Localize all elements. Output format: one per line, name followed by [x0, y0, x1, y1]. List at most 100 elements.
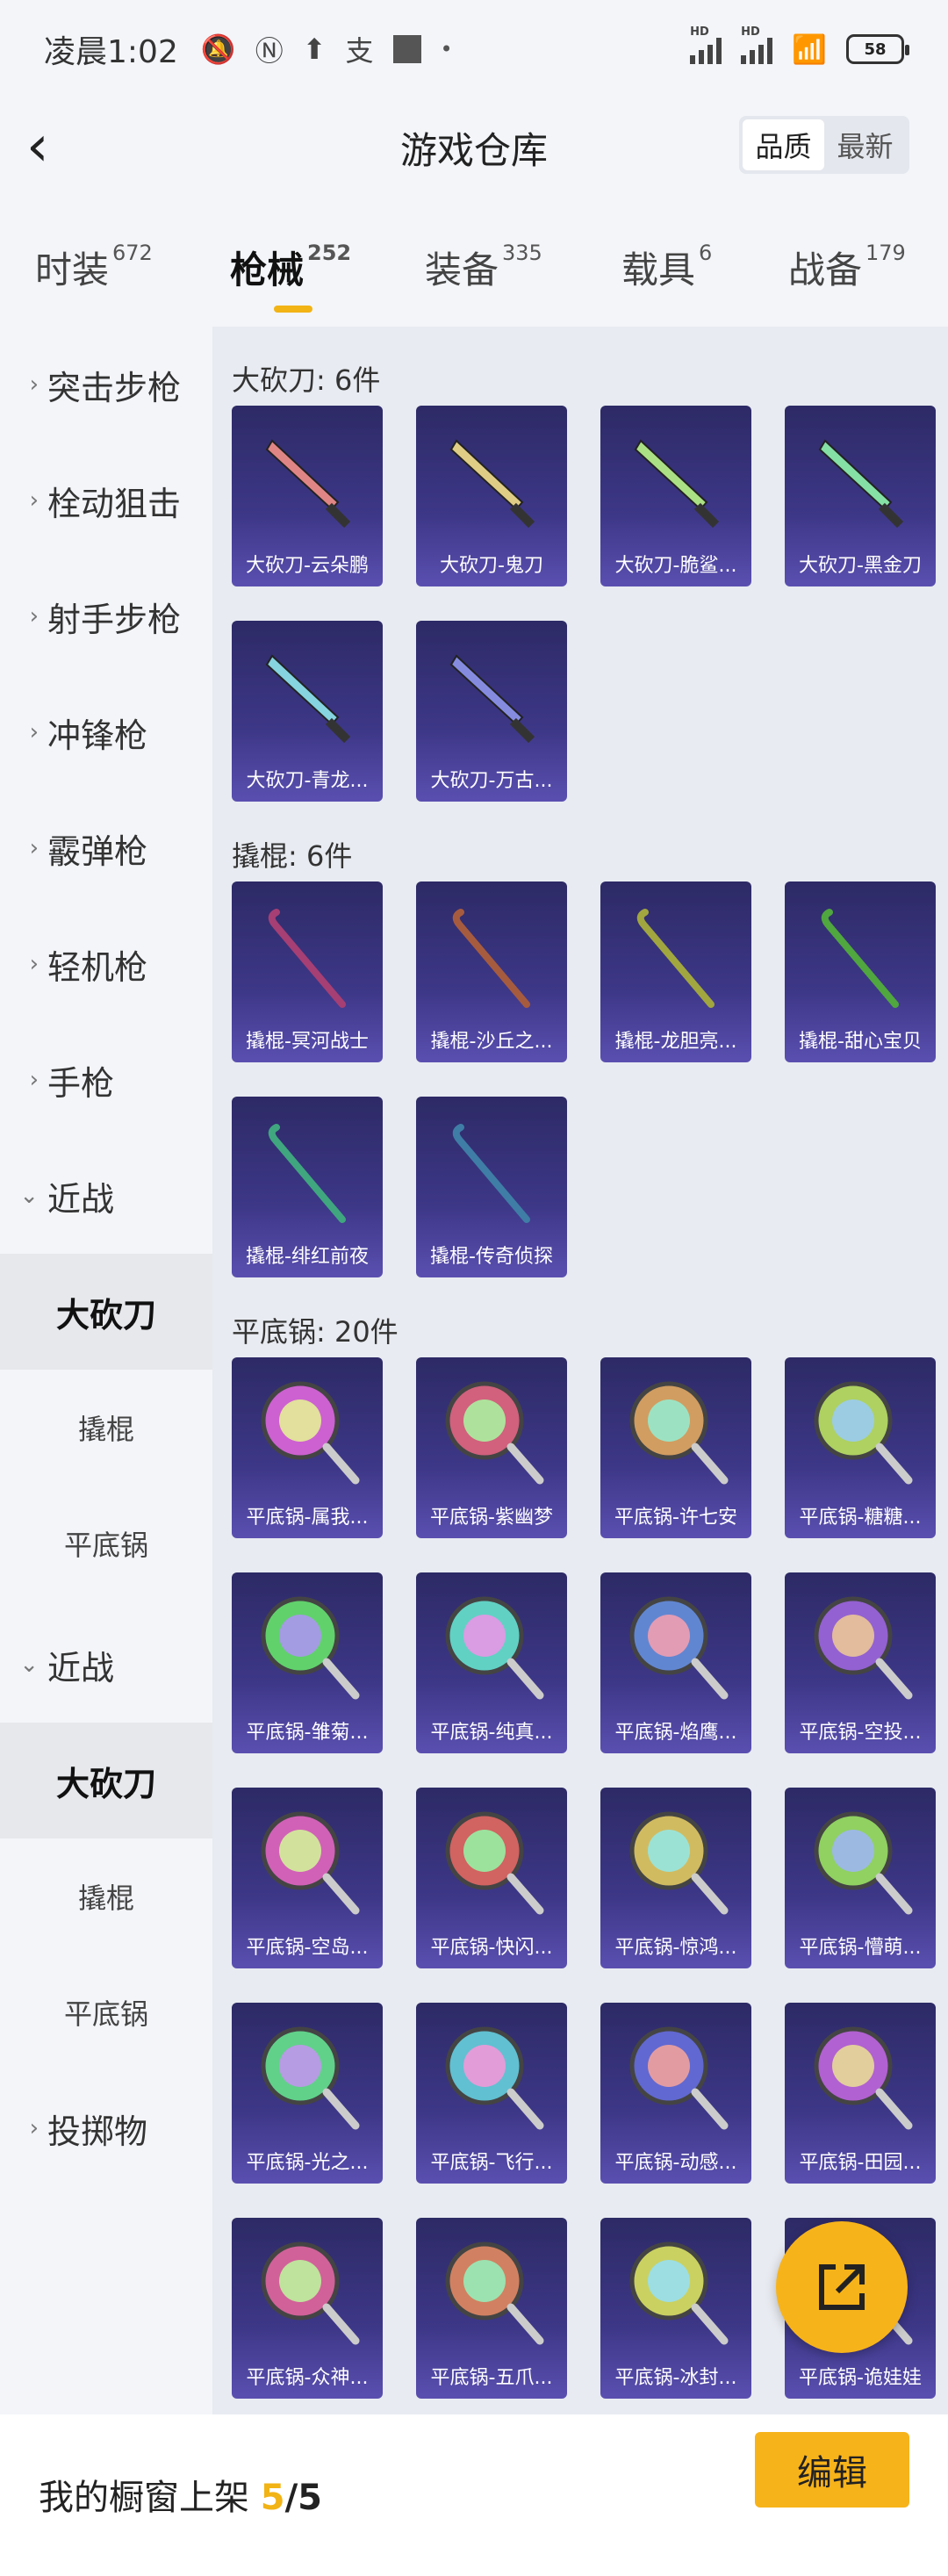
item-card[interactable]: 平底锅-许七安 — [600, 1357, 751, 1538]
item-label: 撬棍-绯红前夜 — [246, 1246, 369, 1268]
item-label: 平底锅-焰鹰... — [614, 1722, 737, 1744]
sidebar-item-pistol[interactable]: › 手枪 — [0, 1022, 212, 1138]
item-label: 平底锅-田园... — [799, 2152, 922, 2174]
item-card[interactable]: 撬棍-传奇侦探 — [416, 1097, 567, 1277]
crowbar-item-icon — [452, 1124, 530, 1223]
crowbar-item-icon — [452, 909, 530, 1008]
tab-skins[interactable]: 时装 672 — [35, 241, 153, 294]
tab-count: 672 — [112, 241, 153, 265]
tab-label: 装备 — [425, 248, 499, 291]
item-label: 平底锅-许七安 — [614, 1507, 737, 1529]
section-title: 大砍刀: 6件 — [232, 363, 381, 397]
item-label: 平底锅-诡娃娃 — [799, 2367, 922, 2389]
sidebar-sub-machete-2[interactable]: 大砍刀 — [0, 1723, 212, 1838]
sort-quality-button[interactable]: 品质 — [743, 119, 824, 170]
item-label: 撬棍-冥河战士 — [246, 1031, 369, 1053]
item-card[interactable]: 撬棍-冥河战士 — [232, 881, 383, 1062]
item-card[interactable]: 大砍刀-黑金刀 — [785, 406, 936, 586]
item-card[interactable]: 平底锅-焰鹰... — [600, 1572, 751, 1753]
sidebar-sub-crowbar-2[interactable]: 撬棍 — [0, 1838, 212, 1954]
item-card[interactable]: 平底锅-飞行... — [416, 2003, 567, 2184]
item-label: 撬棍-龙胆亮... — [614, 1031, 737, 1053]
showcase-count: 5 — [260, 2478, 285, 2518]
pan-item-icon — [814, 1596, 913, 1700]
crowbar-item-icon — [636, 909, 715, 1008]
pan-item-icon — [261, 1811, 360, 1915]
signal-1-icon: HD — [690, 25, 722, 64]
tab-gear[interactable]: 战备 179 — [788, 241, 906, 294]
sidebar-sub-machete[interactable]: 大砍刀 — [0, 1254, 212, 1370]
item-card[interactable]: 平底锅-动感... — [600, 2003, 751, 2184]
sidebar-item-melee-2[interactable]: ⌄ 近战 — [0, 1607, 212, 1723]
sidebar-item-lmg[interactable]: › 轻机枪 — [0, 906, 212, 1022]
tab-count: 335 — [502, 241, 542, 265]
item-label: 大砍刀-鬼刀 — [440, 555, 543, 577]
sidebar-item-assault-rifle[interactable]: › 突击步枪 — [0, 327, 212, 443]
item-card[interactable]: 撬棍-龙胆亮... — [600, 881, 751, 1062]
category-tabs: 时装 672 枪械 252 装备 335 载具 6 战备 179 — [0, 230, 948, 327]
item-label: 大砍刀-黑金刀 — [799, 555, 922, 577]
item-card[interactable]: 平底锅-空投... — [785, 1572, 936, 1753]
machete-item-icon — [449, 439, 535, 529]
item-card[interactable]: 撬棍-沙丘之... — [416, 881, 567, 1062]
alipay-icon: 支 — [345, 34, 374, 68]
tab-vehicles[interactable]: 载具 6 — [621, 241, 712, 294]
item-card[interactable]: 平底锅-五爪... — [416, 2218, 567, 2399]
chevron-right-icon: › — [29, 1067, 39, 1093]
tab-guns[interactable]: 枪械 252 — [230, 241, 351, 313]
item-card[interactable]: 撬棍-甜心宝贝 — [785, 881, 936, 1062]
item-card[interactable]: 平底锅-纯真... — [416, 1572, 567, 1753]
machete-item-icon — [265, 439, 351, 529]
item-card[interactable]: 平底锅-光之... — [232, 2003, 383, 2184]
sidebar-item-marksman[interactable]: › 射手步枪 — [0, 558, 212, 674]
sidebar-item-throwables[interactable]: › 投掷物 — [0, 2070, 212, 2186]
item-card[interactable]: 大砍刀-鬼刀 — [416, 406, 567, 586]
pan-item-icon — [445, 2241, 544, 2345]
item-label: 平底锅-飞行... — [430, 2152, 553, 2174]
share-external-icon[interactable] — [776, 2221, 908, 2353]
pan-item-icon — [445, 1381, 544, 1485]
sidebar-sub-crowbar[interactable]: 撬棍 — [0, 1370, 212, 1486]
item-card[interactable]: 平底锅-冰封... — [600, 2218, 751, 2399]
tab-label: 枪械 — [230, 248, 305, 291]
item-card[interactable]: 平底锅-紫幽梦 — [416, 1357, 567, 1538]
item-label: 平底锅-雏菊... — [246, 1722, 369, 1744]
item-label: 平底锅-惊鸿... — [614, 1937, 737, 1959]
item-card[interactable]: 平底锅-糖糖... — [785, 1357, 936, 1538]
chevron-right-icon: › — [29, 487, 39, 514]
item-card[interactable]: 大砍刀-青龙... — [232, 621, 383, 802]
edit-button[interactable]: 编辑 — [755, 2432, 909, 2508]
tab-equipment[interactable]: 装备 335 — [425, 241, 542, 294]
sidebar-item-shotgun[interactable]: › 霰弹枪 — [0, 790, 212, 906]
item-label: 大砍刀-云朵鹏 — [246, 555, 369, 577]
sort-latest-button[interactable]: 最新 — [824, 119, 906, 170]
item-card[interactable]: 撬棍-绯红前夜 — [232, 1097, 383, 1277]
item-grid: 大砍刀: 6件大砍刀-云朵鹏 大砍刀-鬼刀 大砍刀-脆鲨... 大砍刀-黑金刀大砍刀-… — [212, 327, 948, 2414]
sidebar-sub-pan-2[interactable]: 平底锅 — [0, 1954, 212, 2070]
nfc-icon: Ⓝ — [255, 34, 284, 68]
pan-item-icon — [261, 2026, 360, 2130]
sidebar-item-bolt-sniper[interactable]: › 栓动狙击 — [0, 443, 212, 558]
chevron-down-icon: ⌄ — [19, 1651, 39, 1678]
item-card[interactable]: 平底锅-田园... — [785, 2003, 936, 2184]
app-square-icon — [392, 35, 421, 63]
item-card[interactable]: 平底锅-雏菊... — [232, 1572, 383, 1753]
item-card[interactable]: 平底锅-快闪... — [416, 1788, 567, 1968]
item-card[interactable]: 平底锅-懵萌... — [785, 1788, 936, 1968]
item-card[interactable]: 平底锅-惊鸿... — [600, 1788, 751, 1968]
item-card[interactable]: 平底锅-属我... — [232, 1357, 383, 1538]
item-card[interactable]: 大砍刀-脆鲨... — [600, 406, 751, 586]
item-card[interactable]: 平底锅-空岛... — [232, 1788, 383, 1968]
item-label: 平底锅-属我... — [246, 1507, 369, 1529]
bottom-bar: 我的橱窗上架 5/5 编辑 — [0, 2414, 948, 2576]
status-time: 凌晨1:02 — [44, 34, 178, 70]
sidebar-sub-pan[interactable]: 平底锅 — [0, 1486, 212, 1601]
sidebar-item-melee[interactable]: ⌄ 近战 — [0, 1138, 212, 1254]
item-card[interactable]: 大砍刀-万古... — [416, 621, 567, 802]
item-label: 平底锅-动感... — [614, 2152, 737, 2174]
item-card[interactable]: 平底锅-众神... — [232, 2218, 383, 2399]
item-card[interactable]: 大砍刀-云朵鹏 — [232, 406, 383, 586]
sidebar-item-smg[interactable]: › 冲锋枪 — [0, 674, 212, 790]
pan-item-icon — [814, 2026, 913, 2130]
item-label: 平底锅-懵萌... — [799, 1937, 922, 1959]
